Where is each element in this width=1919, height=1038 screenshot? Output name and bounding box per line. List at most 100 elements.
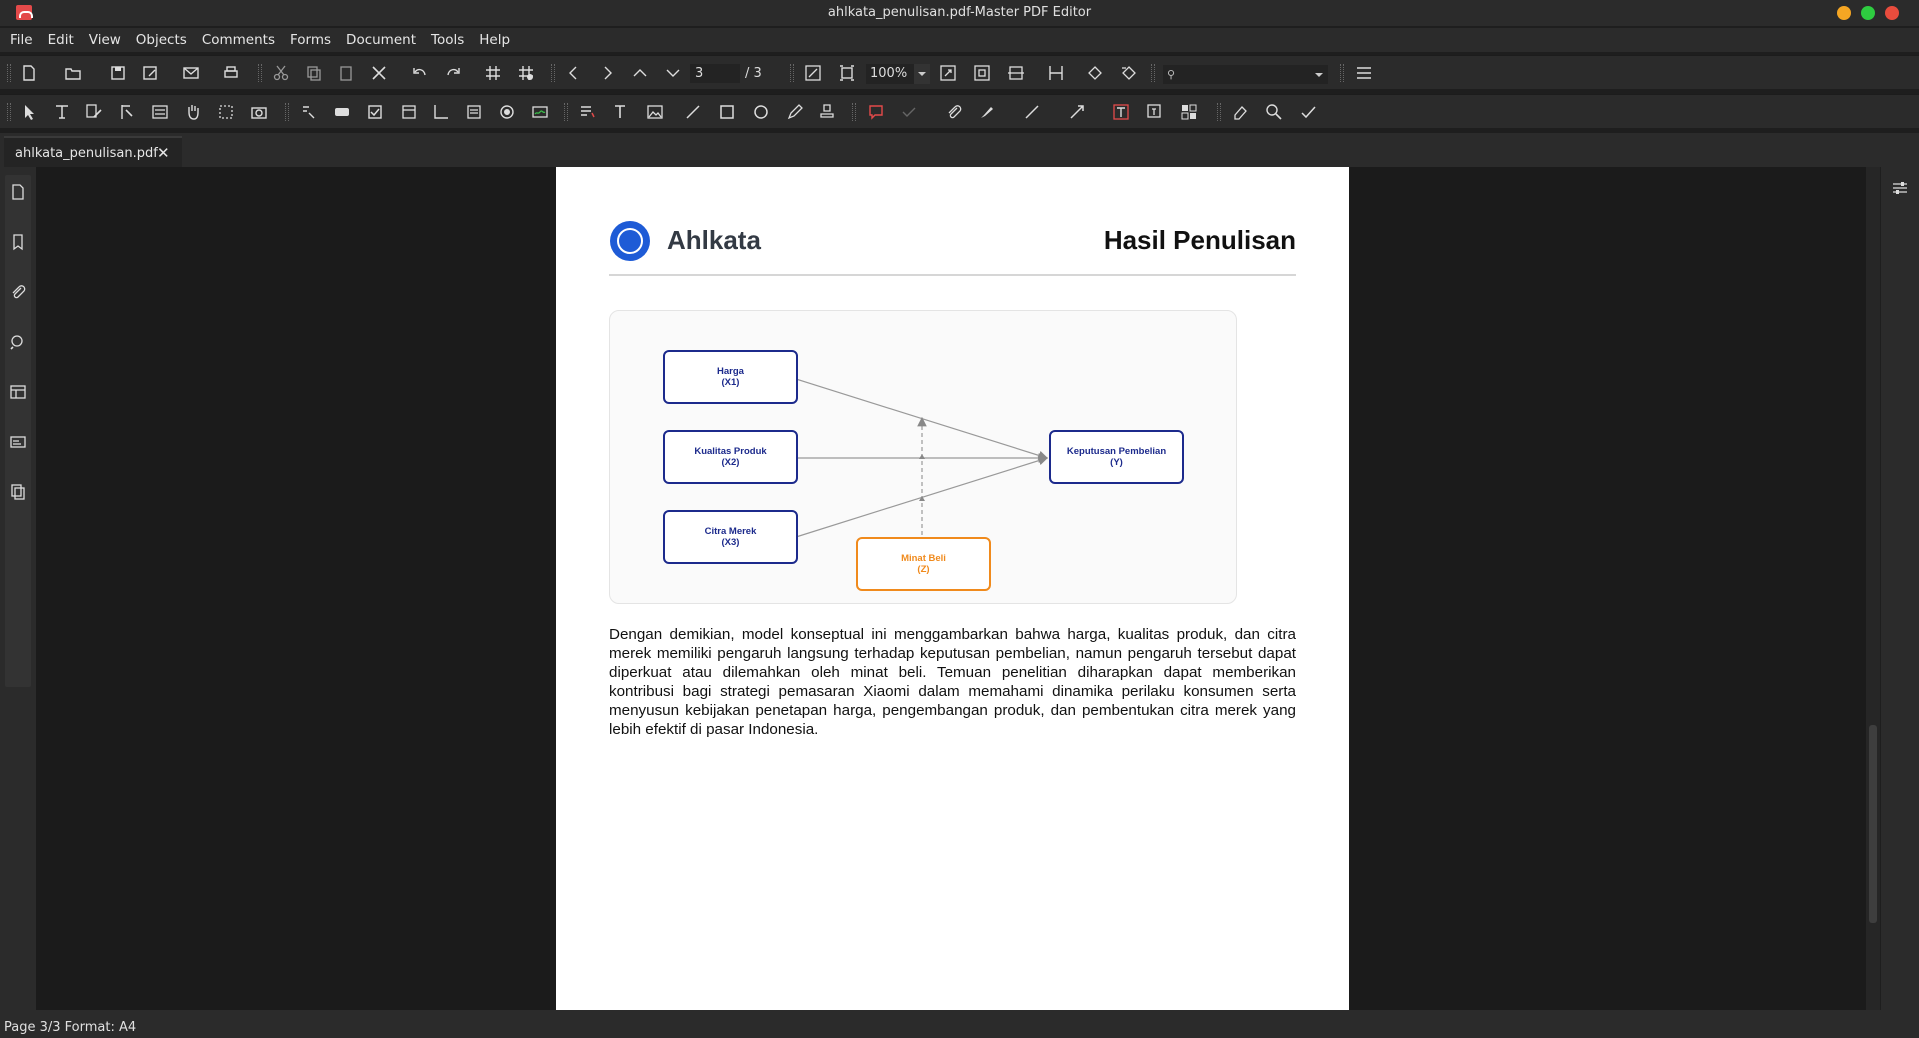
toolbar-grip[interactable] xyxy=(7,103,11,121)
edit-text-icon[interactable] xyxy=(85,103,103,121)
undo-icon[interactable] xyxy=(411,64,429,82)
chevron-down-icon[interactable] xyxy=(914,64,930,84)
text-tool-icon[interactable] xyxy=(612,103,630,121)
redo-icon[interactable] xyxy=(444,64,462,82)
menu-view[interactable]: View xyxy=(89,28,121,52)
highlighter-icon[interactable] xyxy=(978,103,996,121)
text-box-icon[interactable] xyxy=(1112,103,1130,121)
menu-forms[interactable]: Forms xyxy=(290,28,331,52)
hamburger-menu-icon[interactable] xyxy=(1355,64,1373,82)
vertical-scrollbar[interactable] xyxy=(1866,167,1880,1010)
search-input[interactable]: ⚲ xyxy=(1163,65,1328,84)
toolbar-grip[interactable] xyxy=(258,64,262,82)
single-page-icon[interactable] xyxy=(1047,64,1065,82)
text-select-icon[interactable] xyxy=(53,103,71,121)
rotate-left-icon[interactable] xyxy=(1086,64,1104,82)
delete-icon[interactable] xyxy=(370,64,388,82)
hand-tool-icon[interactable] xyxy=(184,103,202,121)
toolbar-grip[interactable] xyxy=(1217,103,1221,121)
draw-line-icon[interactable] xyxy=(1023,103,1041,121)
pdf-page[interactable]: Ahlkata Hasil Penulisan Harga (X1) Kuali… xyxy=(556,167,1349,1010)
magnifier-icon[interactable] xyxy=(1265,103,1283,121)
attach-icon[interactable] xyxy=(945,103,963,121)
menu-file[interactable]: File xyxy=(10,28,33,52)
thumbnails-panel-icon[interactable] xyxy=(9,483,27,501)
toolbar-grip[interactable] xyxy=(1151,64,1155,82)
fit-width-icon[interactable] xyxy=(1007,64,1025,82)
toolbar-grip[interactable] xyxy=(551,64,555,82)
radio-button-icon[interactable] xyxy=(498,103,516,121)
check-mark-icon[interactable] xyxy=(900,103,918,121)
open-folder-icon[interactable] xyxy=(64,64,82,82)
first-page-icon[interactable] xyxy=(565,64,583,82)
button-field-icon[interactable] xyxy=(333,103,351,121)
toolbar-grip[interactable] xyxy=(7,64,11,82)
scrollbar-thumb[interactable] xyxy=(1869,725,1877,923)
pages-panel-icon[interactable] xyxy=(9,183,27,201)
edit-object-icon[interactable] xyxy=(118,103,136,121)
measure-icon[interactable] xyxy=(432,103,450,121)
insert-text-icon[interactable] xyxy=(578,103,596,121)
snapshot-camera-icon[interactable] xyxy=(250,103,268,121)
eraser-icon[interactable] xyxy=(1231,103,1249,121)
paste-icon[interactable] xyxy=(337,64,355,82)
print-icon[interactable] xyxy=(222,64,240,82)
fit-window-icon[interactable] xyxy=(804,64,822,82)
align-objects-icon[interactable] xyxy=(1180,103,1198,121)
ellipse-icon[interactable] xyxy=(752,103,770,121)
form-edit-icon[interactable] xyxy=(151,103,169,121)
pencil-icon[interactable] xyxy=(786,103,804,121)
minimize-button[interactable] xyxy=(1837,6,1851,20)
save-as-icon[interactable] xyxy=(141,64,159,82)
checkbox-field-icon[interactable] xyxy=(366,103,384,121)
zoom-in-icon[interactable] xyxy=(939,64,957,82)
toolbar-grip[interactable] xyxy=(564,103,568,121)
signature-field-icon[interactable] xyxy=(531,103,549,121)
cut-icon[interactable] xyxy=(272,64,290,82)
save-icon[interactable] xyxy=(109,64,127,82)
toolbar-grip[interactable] xyxy=(790,64,794,82)
close-button[interactable] xyxy=(1885,6,1899,20)
prev-page-icon[interactable] xyxy=(598,64,616,82)
copy-icon[interactable] xyxy=(305,64,323,82)
page-up-icon[interactable] xyxy=(631,64,649,82)
layers-panel-icon[interactable] xyxy=(9,383,27,401)
toolbar-grip[interactable] xyxy=(1340,64,1344,82)
fields-panel-icon[interactable] xyxy=(9,433,27,451)
properties-sliders-icon[interactable] xyxy=(1891,179,1909,197)
menu-help[interactable]: Help xyxy=(479,28,510,52)
link-tool-icon[interactable] xyxy=(300,103,318,121)
email-icon[interactable] xyxy=(182,64,200,82)
toolbar-grip[interactable] xyxy=(285,103,289,121)
select-arrow-icon[interactable] xyxy=(20,103,38,121)
menu-edit[interactable]: Edit xyxy=(48,28,74,52)
menu-objects[interactable]: Objects xyxy=(136,28,187,52)
menu-document[interactable]: Document xyxy=(346,28,416,52)
approve-check-icon[interactable] xyxy=(1299,103,1317,121)
search-panel-icon[interactable] xyxy=(9,333,27,351)
rotate-right-icon[interactable] xyxy=(1120,64,1138,82)
toolbar-grip[interactable] xyxy=(852,103,856,121)
listbox-field-icon[interactable] xyxy=(465,103,483,121)
menu-tools[interactable]: Tools xyxy=(431,28,464,52)
tab-close-icon[interactable]: ✕ xyxy=(157,144,170,162)
grid-icon[interactable] xyxy=(484,64,502,82)
page-down-icon[interactable] xyxy=(664,64,682,82)
line-icon[interactable] xyxy=(684,103,702,121)
actual-size-icon[interactable] xyxy=(838,64,856,82)
comment-icon[interactable] xyxy=(867,103,885,121)
fit-page-icon[interactable] xyxy=(973,64,991,82)
list-field-icon[interactable] xyxy=(400,103,418,121)
maximize-button[interactable] xyxy=(1861,6,1875,20)
rectangle-icon[interactable] xyxy=(718,103,736,121)
image-icon[interactable] xyxy=(646,103,664,121)
callout-icon[interactable] xyxy=(1146,103,1164,121)
menu-comments[interactable]: Comments xyxy=(202,28,275,52)
stamp-icon[interactable] xyxy=(818,103,836,121)
attachment-panel-icon[interactable] xyxy=(9,283,27,301)
marquee-select-icon[interactable] xyxy=(217,103,235,121)
new-document-icon[interactable] xyxy=(20,64,38,82)
snap-grid-icon[interactable] xyxy=(517,64,535,82)
document-tab[interactable]: ahlkata_penulisan.pdf ✕ xyxy=(4,136,182,167)
bookmark-icon[interactable] xyxy=(9,233,27,251)
